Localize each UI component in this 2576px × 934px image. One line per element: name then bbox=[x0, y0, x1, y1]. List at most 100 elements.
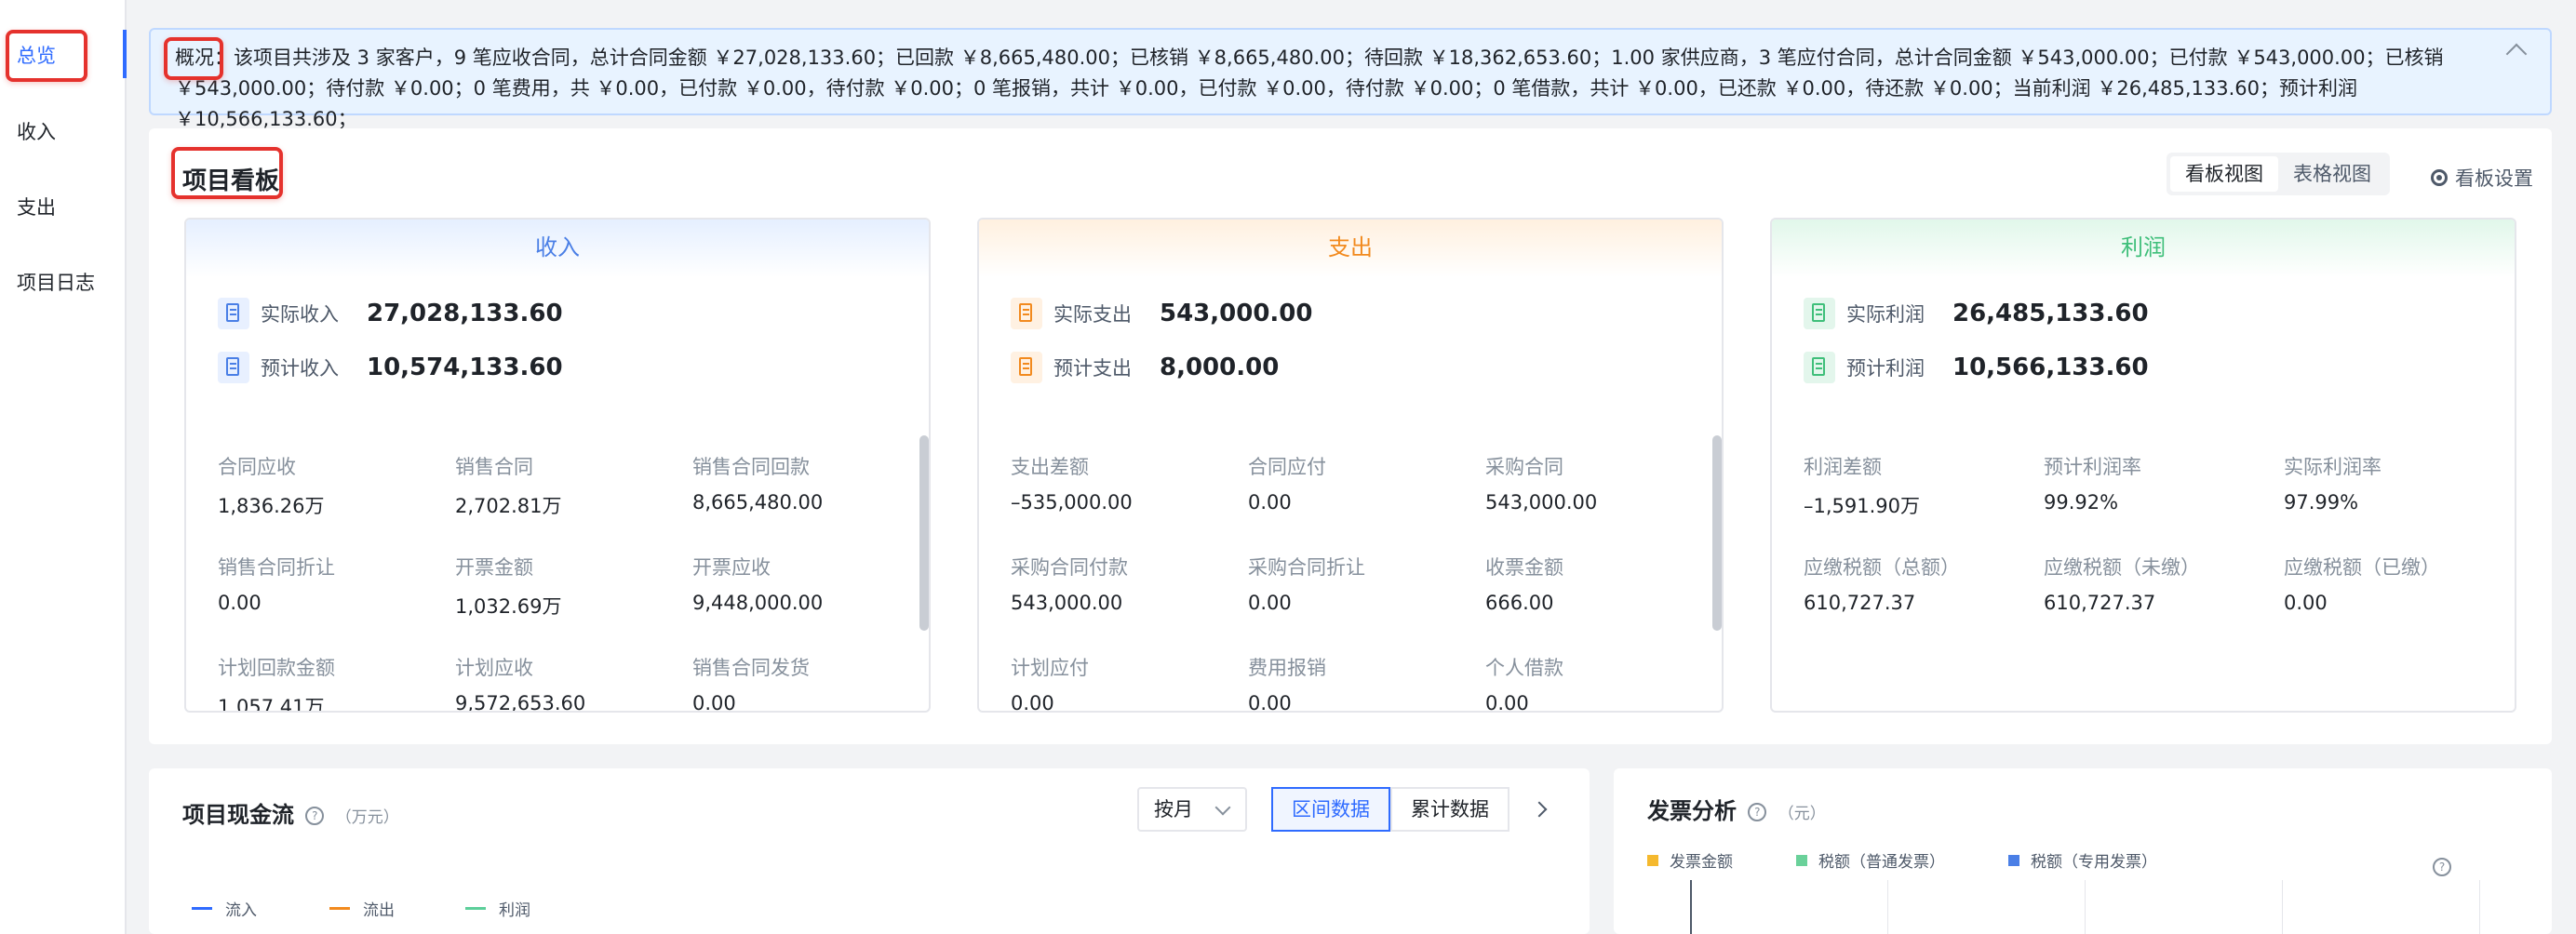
income-card: 收入 实际收入 27,028,133.60 预计收入 10,574,133.60… bbox=[184, 218, 931, 713]
period-select-value: 按月 bbox=[1154, 798, 1193, 821]
metric-value: 9,572,653.60 bbox=[455, 692, 586, 713]
metric-value: 0.00 bbox=[692, 692, 736, 713]
metric-value: 0.00 bbox=[1248, 491, 1292, 514]
help-icon[interactable]: ? bbox=[305, 807, 325, 825]
grid-line bbox=[1887, 880, 1888, 934]
metric-label: 采购合同付款 bbox=[1011, 556, 1128, 579]
invoice-chart-axis bbox=[1690, 880, 2529, 934]
legend-line-icon bbox=[465, 907, 486, 910]
legend-square-icon bbox=[2008, 854, 2019, 866]
metric-label: 实际利润率 bbox=[2284, 456, 2381, 478]
view-switch: 看板视图 表格视图 bbox=[2167, 153, 2390, 195]
expense-card: 支出 实际支出 543,000.00 预计支出 8,000.00 支出差额 –53… bbox=[977, 218, 1724, 713]
metric-value: 0.00 bbox=[1485, 692, 1529, 713]
help-icon[interactable]: ? bbox=[1748, 803, 1767, 821]
metric-label: 应缴税额（总额） bbox=[1804, 556, 1960, 579]
metric-cell: 开票金额 1,032.69万 bbox=[455, 553, 692, 620]
plan-expense-row: 预计支出 8,000.00 bbox=[1011, 352, 1279, 383]
metric-cell: 销售合同 2,702.81万 bbox=[455, 452, 692, 519]
income-scrollbar[interactable] bbox=[919, 435, 929, 631]
project-board-panel: 项目看板 看板视图 表格视图 看板设置 收入 实际收入 27,028,133.6… bbox=[149, 128, 2552, 744]
cashflow-panel: 项目现金流 ? （万元） 按月 区间数据 累计数据 流入 流出 利润 bbox=[149, 768, 1590, 934]
metric-value: 9,448,000.00 bbox=[692, 592, 824, 614]
grid-line bbox=[2085, 880, 2086, 934]
legend-square-icon bbox=[1796, 854, 1807, 866]
metric-label: 开票金额 bbox=[455, 556, 533, 579]
expense-scrollbar[interactable] bbox=[1712, 435, 1722, 631]
metric-cell: 支出差额 –535,000.00 bbox=[1011, 452, 1248, 514]
collapse-chevron-icon[interactable] bbox=[2505, 43, 2528, 65]
metric-label: 利润差额 bbox=[1804, 456, 1882, 478]
tab-interval-data[interactable]: 区间数据 bbox=[1271, 787, 1390, 832]
sidebar-item-income[interactable]: 收入 bbox=[17, 117, 56, 145]
metric-value: 1,836.26万 bbox=[218, 495, 325, 517]
expense-card-title: 支出 bbox=[979, 220, 1722, 277]
metric-value: 8,665,480.00 bbox=[692, 491, 824, 514]
document-icon bbox=[1804, 298, 1835, 329]
metric-label: 采购合同 bbox=[1485, 456, 1563, 478]
highlight-box-board-title bbox=[171, 147, 283, 199]
grid-line bbox=[2479, 880, 2480, 934]
metric-label: 销售合同 bbox=[455, 456, 533, 478]
document-clock-icon bbox=[1011, 352, 1042, 383]
metric-label: 销售合同发货 bbox=[692, 657, 810, 679]
metric-value: –535,000.00 bbox=[1011, 491, 1133, 514]
metric-value: 1,032.69万 bbox=[455, 595, 562, 618]
sidebar-item-expense[interactable]: 支出 bbox=[17, 193, 56, 220]
metric-label: 采购合同折让 bbox=[1248, 556, 1365, 579]
plan-income-value: 10,574,133.60 bbox=[367, 354, 563, 381]
profit-card-title: 利润 bbox=[1772, 220, 2515, 277]
invoice-panel: 发票分析 ? （元） 发票金额 税额（普通发票） 税额（专用发票） ? bbox=[1614, 768, 2552, 934]
grid-line bbox=[2282, 880, 2283, 934]
metric-cell: 合同应收 1,836.26万 bbox=[218, 452, 455, 519]
metric-label: 费用报销 bbox=[1248, 657, 1326, 679]
legend-item-inflow[interactable]: 流入 bbox=[192, 897, 257, 920]
chevron-right-icon[interactable] bbox=[1531, 801, 1548, 818]
plan-expense-label: 预计支出 bbox=[1053, 357, 1132, 380]
metric-label: 计划应付 bbox=[1011, 657, 1089, 679]
legend-item-invoice-amount[interactable]: 发票金额 bbox=[1647, 848, 1733, 872]
legend-square-icon bbox=[1647, 854, 1658, 866]
board-settings-button[interactable]: 看板设置 bbox=[2431, 164, 2533, 192]
legend-item-outflow[interactable]: 流出 bbox=[329, 897, 395, 920]
metric-label: 支出差额 bbox=[1011, 456, 1089, 478]
tab-cumulative-data[interactable]: 累计数据 bbox=[1390, 787, 1509, 832]
legend-line-icon bbox=[329, 907, 350, 910]
legend-item-tax-special[interactable]: 税额（专用发票） bbox=[2008, 848, 2157, 872]
legend-label: 发票金额 bbox=[1670, 853, 1733, 872]
sidebar-item-project-log[interactable]: 项目日志 bbox=[17, 268, 95, 296]
profit-card: 利润 实际利润 26,485,133.60 预计利润 10,566,133.60… bbox=[1770, 218, 2516, 713]
document-icon bbox=[1804, 352, 1835, 383]
metric-cell: 采购合同折让 0.00 bbox=[1248, 553, 1485, 614]
metric-value: –1,591.90万 bbox=[1804, 495, 1921, 517]
metric-value: 0.00 bbox=[218, 592, 262, 614]
cashflow-title: 项目现金流 bbox=[182, 802, 294, 828]
tab-table-view[interactable]: 表格视图 bbox=[2278, 156, 2386, 192]
metric-cell: 实际利润率 97.99% bbox=[2284, 452, 2515, 514]
actual-profit-row: 实际利润 26,485,133.60 bbox=[1804, 298, 2149, 329]
period-select[interactable]: 按月 bbox=[1137, 787, 1247, 832]
metric-label: 合同应付 bbox=[1248, 456, 1326, 478]
metric-label: 销售合同回款 bbox=[692, 456, 810, 478]
metric-label: 个人借款 bbox=[1485, 657, 1563, 679]
metric-label: 收票金额 bbox=[1485, 556, 1563, 579]
sidebar: 总览 收入 支出 项目日志 bbox=[0, 0, 127, 934]
plan-profit-row: 预计利润 10,566,133.60 bbox=[1804, 352, 2149, 383]
metric-value: 666.00 bbox=[1485, 592, 1554, 614]
metric-cell: 采购合同 543,000.00 bbox=[1485, 452, 1722, 514]
metric-value: 2,702.81万 bbox=[455, 495, 562, 517]
metric-label: 应缴税额（已缴） bbox=[2284, 556, 2440, 579]
legend-item-profit[interactable]: 利润 bbox=[465, 897, 530, 920]
help-icon[interactable]: ? bbox=[2433, 858, 2451, 876]
invoice-unit: （元） bbox=[1778, 805, 1826, 823]
metric-cell: 计划应收 9,572,653.60 bbox=[455, 653, 692, 713]
metric-cell: 个人借款 0.00 bbox=[1485, 653, 1722, 713]
actual-profit-value: 26,485,133.60 bbox=[1952, 300, 2149, 327]
metric-value: 543,000.00 bbox=[1485, 491, 1598, 514]
tab-board-view[interactable]: 看板视图 bbox=[2170, 156, 2278, 192]
legend-item-tax-normal[interactable]: 税额（普通发票） bbox=[1796, 848, 1945, 872]
summary-content: ：该项目共涉及 3 家客户，9 笔应收合同，总计合同金额 ￥27,028,133… bbox=[175, 47, 2444, 130]
metric-value: 0.00 bbox=[1011, 692, 1054, 713]
legend-label: 流出 bbox=[363, 901, 395, 920]
metric-value: 543,000.00 bbox=[1011, 592, 1123, 614]
